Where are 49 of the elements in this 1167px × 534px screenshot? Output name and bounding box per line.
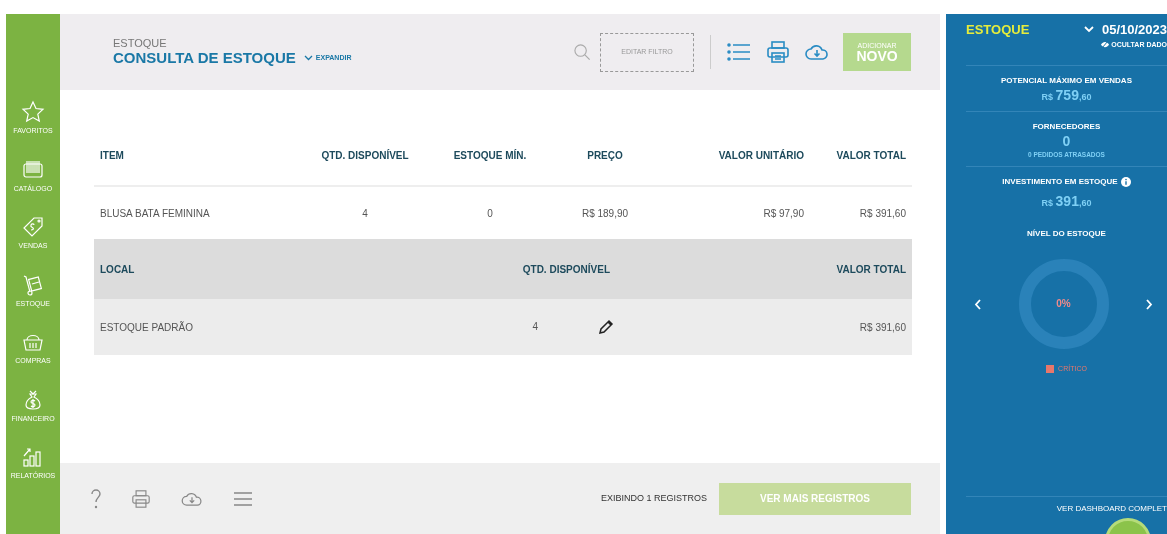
info-icon[interactable] [1120, 177, 1131, 188]
table-cell: 0 [430, 186, 550, 239]
cloud-download-icon[interactable] [805, 43, 829, 61]
column-header: LOCAL [94, 239, 430, 299]
table-cell: ESTOQUE PADRÃO [94, 299, 430, 355]
column-header: ITEM [94, 125, 300, 186]
column-header: VALOR TOTAL [810, 125, 912, 186]
search-icon[interactable] [573, 42, 592, 62]
star-icon [21, 100, 45, 124]
help-icon[interactable] [90, 487, 102, 510]
page-title: CONSULTA DE ESTOQUE [113, 49, 296, 68]
column-header: QTD. DISPONÍVEL [430, 239, 660, 299]
more-records-button[interactable]: VER MAIS REGISTROS [719, 482, 911, 515]
stat-value: 0 [1062, 132, 1071, 150]
price-tag-icon [21, 215, 45, 239]
panel-title: ESTOQUE [966, 21, 1030, 39]
date-text: 05/10/2023 [1101, 21, 1167, 39]
column-header: QTD. DISPONÍVEL [300, 125, 430, 186]
menu-icon[interactable] [234, 491, 252, 506]
hidden-eye-icon [1101, 41, 1110, 49]
list-icon[interactable] [727, 43, 751, 61]
column-header: ESTOQUE MÍN. [430, 125, 550, 186]
table-cell: R$ 391,60 [810, 299, 912, 355]
pencil-icon[interactable] [598, 319, 614, 336]
stat-value: R$ 391,60 [1041, 193, 1092, 211]
printer-icon[interactable] [767, 41, 789, 63]
cloud-download-icon[interactable] [180, 490, 204, 507]
table-cell: 4 [532, 320, 538, 332]
record-count: EXIBINDO 1 REGISTROS [600, 491, 707, 505]
table-cell: R$ 391,60 [810, 186, 912, 239]
table-cell: BLUSA BATA FEMININA [94, 186, 300, 239]
stat-label: FORNECEDORES [1032, 120, 1101, 133]
column-header: PREÇO [550, 125, 660, 186]
stat-label: INVESTIMENTO EM ESTOQUE [1002, 176, 1118, 189]
chevron-down-icon [303, 55, 313, 62]
breadcrumb-text: ESTOQUE [113, 36, 168, 50]
column-header: VALOR TOTAL [810, 239, 912, 299]
gauge-reading: 0% [1055, 297, 1072, 312]
stat-label: NÍVEL DO ESTOQUE [1027, 228, 1106, 241]
table-cell: 4 [300, 186, 430, 239]
table-cell: R$ 97,90 [660, 186, 810, 239]
stat-label: POTENCIAL MÁXIMO EM VENDAS [1001, 75, 1132, 87]
chevron-right-icon[interactable] [1146, 298, 1153, 310]
column-header: VALOR UNITÁRIO [660, 125, 810, 186]
chevron-down-icon[interactable] [1083, 26, 1094, 34]
table-cell: R$ 189,90 [550, 186, 660, 239]
chevron-left-icon[interactable] [974, 298, 981, 310]
stat-value: R$ 759,60 [1041, 87, 1092, 104]
printer-icon[interactable] [132, 489, 150, 508]
